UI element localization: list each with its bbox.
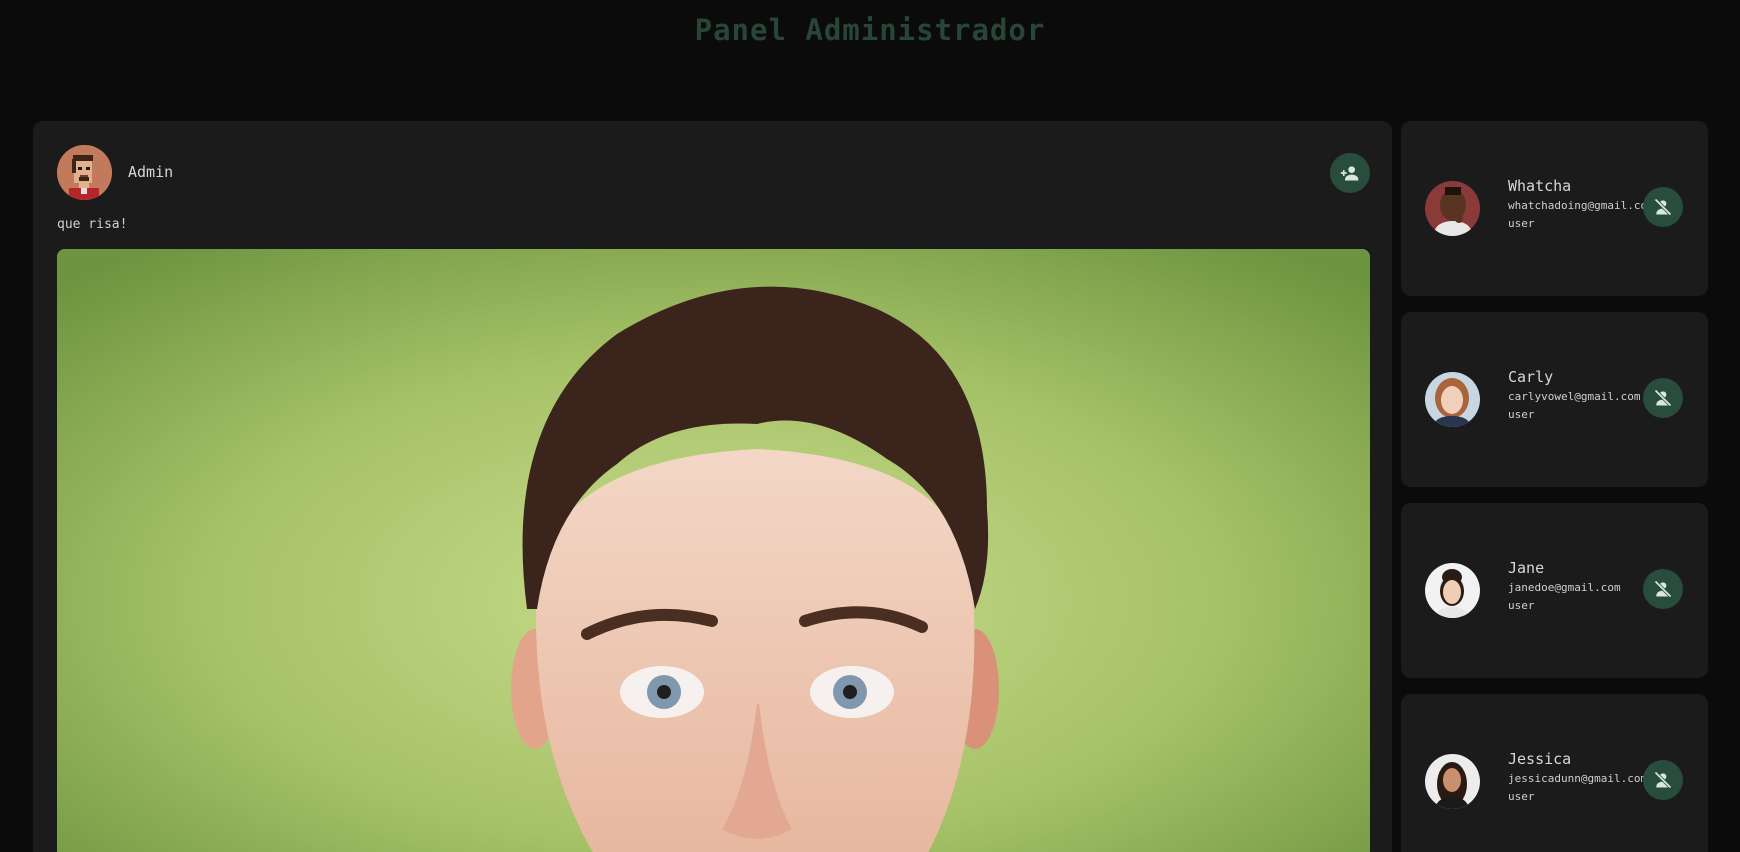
user-info: Carly carlyvowel@gmail.com user — [1508, 368, 1640, 422]
user-role: user — [1508, 408, 1535, 421]
user-email: whatchadoing@gmail.com — [1508, 199, 1654, 212]
post-photo — [57, 249, 1370, 852]
add-user-button[interactable] — [1330, 153, 1370, 193]
user-photo — [1425, 754, 1480, 809]
remove-user-button[interactable] — [1643, 378, 1683, 418]
user-card: Whatcha whatchadoing@gmail.com user — [1401, 121, 1708, 296]
user-photo — [1425, 181, 1480, 236]
user-email: carlyvowel@gmail.com — [1508, 390, 1641, 403]
person-off-icon — [1654, 771, 1672, 789]
remove-user-button[interactable] — [1643, 760, 1683, 800]
user-card: Jane janedoe@gmail.com user — [1401, 503, 1708, 678]
user-email: jessicadunn@gmail.com — [1508, 772, 1648, 785]
user-name: Jane — [1508, 559, 1545, 577]
user-role: user — [1508, 217, 1535, 230]
user-card: Carly carlyvowel@gmail.com user — [1401, 312, 1708, 487]
user-photo — [1425, 372, 1480, 427]
page-title: Panel Administrador — [694, 13, 1046, 47]
user-name: Whatcha — [1508, 177, 1572, 195]
person-off-icon — [1654, 580, 1672, 598]
post-header: Admin — [57, 145, 1370, 201]
user-name: Jessica — [1508, 750, 1572, 768]
user-card: Jessica jessicadunn@gmail.com user — [1401, 694, 1708, 852]
remove-user-button[interactable] — [1643, 187, 1683, 227]
user-email: janedoe@gmail.com — [1508, 581, 1621, 594]
person-off-icon — [1654, 389, 1672, 407]
avatar — [1425, 754, 1480, 809]
post-card: Admin que risa! — [33, 121, 1392, 852]
pixel-avatar-image — [57, 145, 112, 200]
user-info: Jessica jessicadunn@gmail.com user — [1508, 750, 1647, 804]
avatar — [57, 145, 112, 200]
user-info: Whatcha whatchadoing@gmail.com user — [1508, 177, 1654, 231]
post-author-name: Admin — [128, 163, 174, 181]
avatar — [1425, 181, 1480, 236]
avatar — [1425, 563, 1480, 618]
user-info: Jane janedoe@gmail.com user — [1508, 559, 1621, 613]
remove-user-button[interactable] — [1643, 569, 1683, 609]
user-photo — [1425, 563, 1480, 618]
user-role: user — [1508, 599, 1535, 612]
admin-panel-page: Panel Administrador Admin que risa! What… — [0, 0, 1740, 852]
person-off-icon — [1654, 198, 1672, 216]
user-role: user — [1508, 790, 1535, 803]
user-name: Carly — [1508, 368, 1554, 386]
person-add-icon — [1340, 166, 1359, 181]
post-text: que risa! — [57, 217, 128, 232]
avatar — [1425, 372, 1480, 427]
post-image — [57, 249, 1370, 852]
